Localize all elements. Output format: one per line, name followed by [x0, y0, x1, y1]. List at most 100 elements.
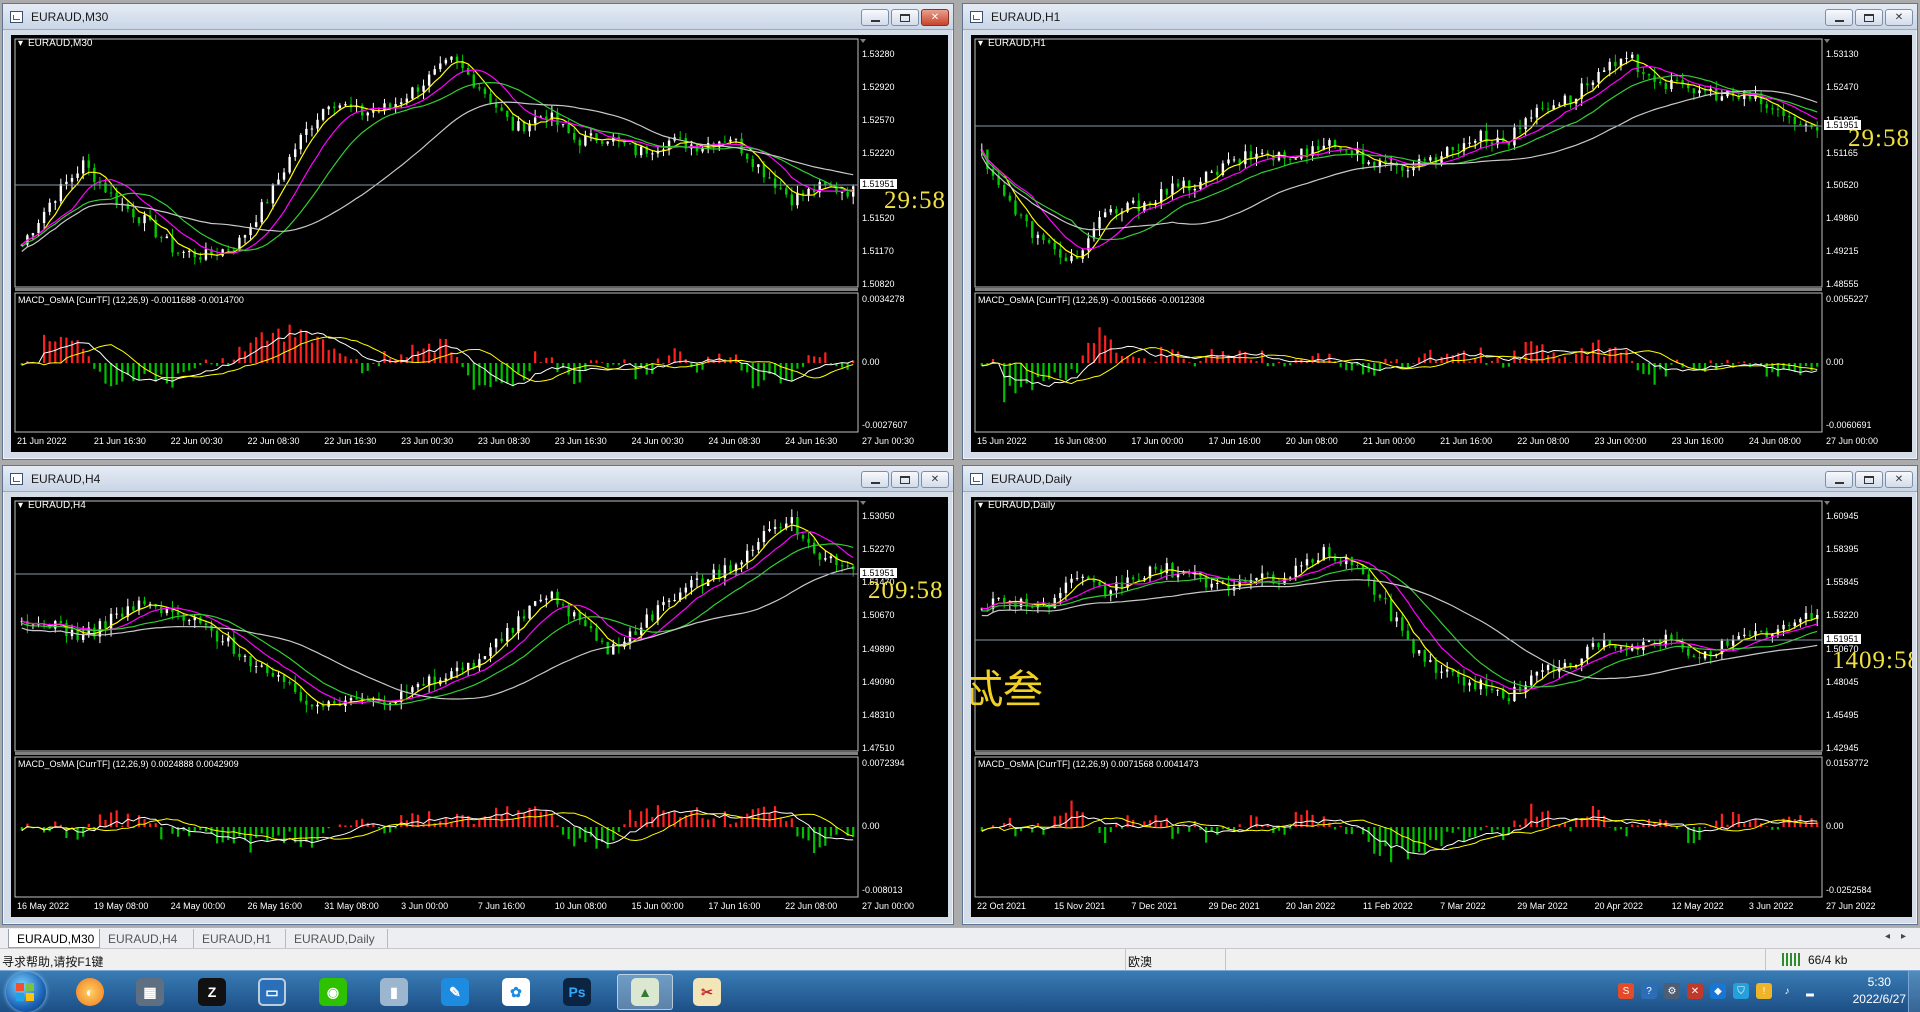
candle-body [433, 69, 436, 75]
taskbar-app-desktop[interactable]: ▭ [244, 974, 300, 1010]
start-button[interactable] [6, 972, 46, 1012]
histogram-bar [171, 363, 174, 388]
indicator-scale-top: 0.0055227 [1826, 294, 1869, 304]
histogram-bar [656, 358, 660, 363]
chart-window-daily[interactable]: EURAUD,Daily ✕ EURAUD,Daily ▾ 1.60945 1.583… [962, 465, 1918, 925]
chart-tab[interactable]: EURAUD,H4 [100, 929, 194, 948]
chart-tab[interactable]: EURAUD,M30 [8, 929, 100, 948]
chart-canvas[interactable]: EURAUD,Daily ▾ 1.60945 1.58395 1.55845 1.5322… [971, 497, 1912, 917]
histogram-bar [1603, 356, 1606, 363]
candle-body [427, 676, 431, 686]
tray-warning-icon[interactable]: ! [1756, 983, 1772, 999]
candle-body [254, 222, 258, 227]
candle-body [1311, 559, 1314, 563]
close-icon: ✕ [930, 12, 940, 23]
taskbar-clock[interactable]: 5:30 2022/6/27 [1853, 974, 1906, 1008]
candle-body [997, 597, 1000, 599]
close-button[interactable]: ✕ [1885, 9, 1913, 26]
histogram-bar [1249, 815, 1253, 827]
histogram-bar [305, 827, 308, 843]
histogram-bar [349, 359, 353, 363]
taskbar-app-editor[interactable]: ✎ [427, 974, 483, 1010]
maximize-button[interactable] [1855, 9, 1883, 26]
minimize-button[interactable] [861, 471, 889, 488]
candle-body [1053, 242, 1056, 250]
histogram-bar [690, 363, 693, 368]
chart-svg [14, 38, 866, 433]
window-title: EURAUD,H1 [991, 10, 1061, 24]
tray-volume-icon[interactable]: ♪ [1779, 983, 1795, 999]
chart-canvas[interactable]: EURAUD,H1▾1.531301.524701.518251.511651.… [971, 35, 1912, 452]
close-button[interactable]: ✕ [1885, 471, 1913, 488]
tray-mute-icon[interactable]: ✕ [1687, 983, 1703, 999]
maximize-button[interactable] [891, 9, 919, 26]
window-titlebar[interactable]: EURAUD,M30 ✕ [3, 4, 953, 30]
chart-window-h1[interactable]: EURAUD,H1 ✕ EURAUD,H1 ▾ 1.53130 1.52470 1.51… [962, 3, 1918, 460]
tray-shield-icon[interactable]: ⛉ [1733, 983, 1749, 999]
minimize-button[interactable] [1825, 471, 1853, 488]
macd-histogram [980, 800, 1819, 863]
chart-tab[interactable]: EURAUD,Daily [286, 929, 388, 948]
window-titlebar[interactable]: EURAUD,H4 ✕ [3, 466, 953, 492]
taskbar-app-browser[interactable]: ◐ [62, 974, 118, 1010]
candle-body [70, 177, 74, 182]
windows-taskbar: ◐ ▦ Z ▭ ◉ ▮ ✎ ✿ Ps ▲ ✂ S ? ⚙ ✕ ◆ ⛉ ! ♪ ▂… [0, 970, 1920, 1012]
histogram-bar [199, 363, 202, 366]
chart-canvas[interactable]: EURAUD,H4 ▾ 1.53050 1.52270 1.51470 1.50670 1.… [11, 497, 948, 917]
taskbar-app-cloud[interactable]: ✿ [488, 974, 544, 1010]
chart-window-h4[interactable]: EURAUD,H4 ✕ EURAUD,H4 ▾ 1.53050 1.52270 1.51… [2, 465, 954, 925]
histogram-bar [154, 823, 157, 827]
taskbar-app-wechat[interactable]: ◉ [305, 974, 361, 1010]
minimize-button[interactable] [861, 9, 889, 26]
taskbar-app-metatrader[interactable]: ▲ [617, 974, 673, 1010]
close-button[interactable]: ✕ [921, 471, 949, 488]
notebook-icon: ▮ [380, 978, 408, 1006]
chart-canvas[interactable]: EURAUD,M30 ▾ 1.53280 1.52920 1.52570 1.52220 1… [11, 35, 948, 452]
histogram-bar [1401, 827, 1404, 849]
status-connection[interactable]: 66/4 kb [1765, 949, 1920, 971]
histogram-bar [1076, 811, 1079, 827]
candle-body [333, 106, 336, 108]
candle-body [745, 153, 749, 159]
histogram-bar [322, 339, 325, 363]
maximize-button[interactable] [1855, 471, 1883, 488]
window-titlebar[interactable]: EURAUD,Daily ✕ [963, 466, 1917, 492]
maximize-button[interactable] [891, 471, 919, 488]
taskbar-app-photoshop[interactable]: Ps [549, 974, 605, 1010]
taskbar-app-tool[interactable]: ▦ [122, 974, 178, 1010]
ma-slow-line [21, 81, 854, 252]
histogram-bar [628, 809, 632, 827]
histogram-bar [712, 818, 715, 827]
chart-tab[interactable]: EURAUD,H1 [194, 929, 286, 948]
tray-help-icon[interactable]: ? [1641, 983, 1657, 999]
histogram-bar [1238, 824, 1241, 827]
histogram-bar [690, 811, 693, 827]
minimize-button[interactable] [1825, 9, 1853, 26]
taskbar-app-snipping[interactable]: ✂ [679, 974, 735, 1010]
tray-signal-icon[interactable]: ▂ [1802, 983, 1818, 999]
metatrader-icon: ▲ [631, 978, 659, 1006]
histogram-bar [1507, 363, 1510, 367]
tab-scroll-left-icon[interactable]: ◂ [1885, 931, 1890, 942]
histogram-bar [1748, 821, 1752, 827]
histogram-bar [701, 818, 704, 827]
candle-body [1535, 107, 1539, 118]
tray-tool-icon[interactable]: ⚙ [1664, 983, 1680, 999]
tray-network-icon[interactable]: ◆ [1710, 983, 1726, 999]
candle-body [299, 692, 302, 701]
taskbar-app-zoom[interactable]: Z [184, 974, 240, 1010]
histogram-bar [1070, 800, 1073, 827]
time-axis-label: 7 Dec 2021 [1131, 901, 1178, 911]
tab-scroll-right-icon[interactable]: ▸ [1901, 931, 1906, 942]
chart-window-m30[interactable]: EURAUD,M30 ✕ EURAUD,M30 ▾ 1.53280 1.52920 1.… [2, 3, 954, 460]
candle-body [455, 56, 459, 62]
show-desktop-button[interactable] [1908, 971, 1920, 1012]
histogram-bar [1642, 363, 1645, 374]
histogram-bar [104, 363, 107, 384]
window-titlebar[interactable]: EURAUD,H1 ✕ [963, 4, 1917, 30]
taskbar-app-notes[interactable]: ▮ [366, 974, 422, 1010]
tray-sogou-icon[interactable]: S [1618, 983, 1634, 999]
candle-body [294, 149, 297, 157]
close-button[interactable]: ✕ [921, 9, 949, 26]
histogram-bar [1771, 827, 1774, 830]
